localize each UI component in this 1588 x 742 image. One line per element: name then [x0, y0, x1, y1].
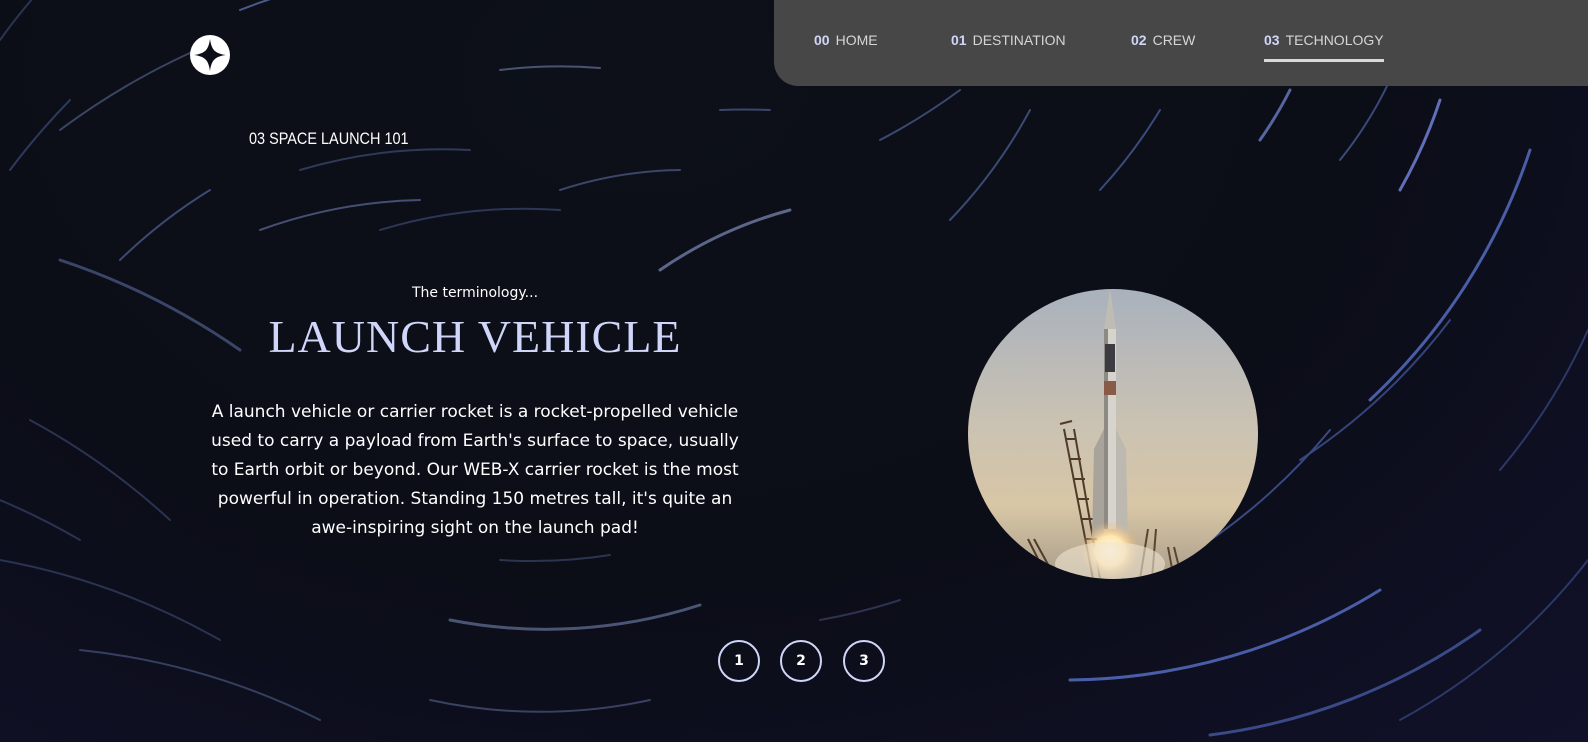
star-icon [194, 39, 226, 71]
section-eyebrow: 03 SPACE LAUNCH 101 [249, 129, 409, 148]
tech-kicker: The terminology... [411, 285, 539, 301]
nav-item-label: HOME [835, 32, 878, 48]
launch-vehicle-image [968, 289, 1258, 579]
nav-item-number: 01 [951, 32, 967, 48]
page-button-3[interactable]: 3 [843, 640, 885, 682]
nav-item-number: 00 [814, 32, 830, 48]
nav-item-number: 02 [1131, 32, 1147, 48]
nav-item-crew[interactable]: 02 CREW [1131, 32, 1195, 86]
technology-page: 00 HOME 01 DESTINATION 02 CREW 03 TECHNOLOGY… [0, 0, 1588, 742]
page-button-2[interactable]: 2 [780, 640, 822, 682]
rocket-launch-illustration [968, 289, 1258, 579]
nav-item-label: CREW [1152, 32, 1196, 48]
nav-item-destination[interactable]: 01 DESTINATION [951, 32, 1066, 86]
star-trails-background [0, 0, 1588, 737]
nav-item-technology[interactable]: 03 TECHNOLOGY [1264, 32, 1384, 86]
tech-title: LAUNCH VEHICLE [268, 311, 682, 362]
main-navigation: 00 HOME 01 DESTINATION 02 CREW 03 TECHNOLOGY [774, 0, 1588, 86]
tech-description: A launch vehicle or carrier rocket is a … [211, 402, 739, 538]
nav-item-label: TECHNOLOGY [1285, 32, 1384, 48]
page-button-1[interactable]: 1 [718, 640, 760, 682]
logo[interactable] [190, 35, 230, 75]
nav-item-label: DESTINATION [972, 32, 1066, 48]
nav-item-number: 03 [1264, 32, 1280, 48]
nav-item-home[interactable]: 00 HOME [814, 32, 878, 86]
